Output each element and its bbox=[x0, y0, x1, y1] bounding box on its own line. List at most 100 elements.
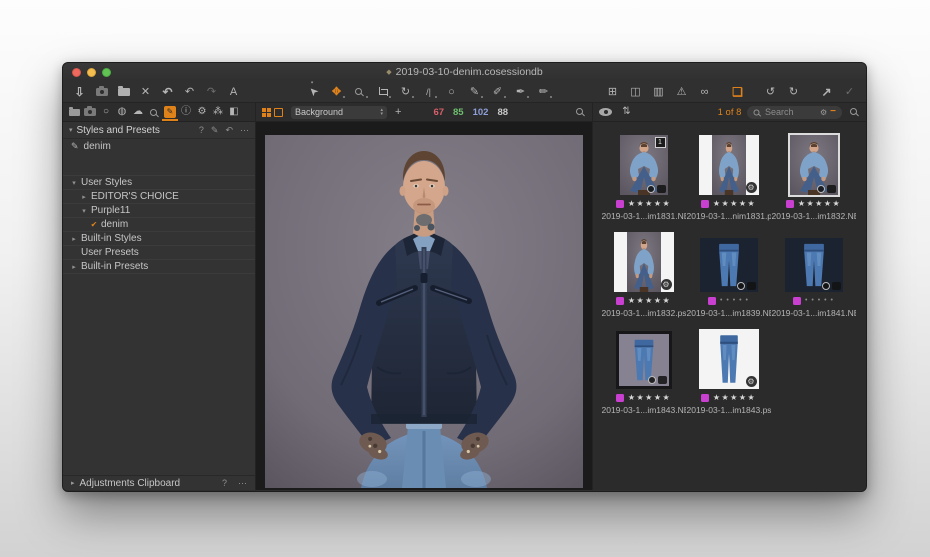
browser-toggle-button[interactable]: ❏ bbox=[731, 84, 744, 99]
crop-tool[interactable] bbox=[376, 84, 389, 99]
viewer-zoom-icon[interactable] bbox=[576, 108, 583, 115]
auto-adjust-button[interactable]: A bbox=[227, 84, 240, 99]
gradient-mask-tool[interactable]: ✒ bbox=[514, 84, 527, 99]
loupe-tool[interactable] bbox=[353, 84, 366, 99]
redo-button[interactable]: ↷ bbox=[205, 84, 218, 99]
thumbnail-image[interactable] bbox=[700, 238, 758, 292]
thumbnail-image[interactable] bbox=[616, 331, 672, 389]
straighten-tool[interactable]: /| bbox=[422, 84, 435, 99]
chev-right-icon[interactable]: ▸ bbox=[79, 193, 89, 201]
search-field[interactable]: Search ⚙ − bbox=[747, 106, 842, 119]
export-button[interactable]: ↗ bbox=[820, 84, 833, 99]
proof-profile-button[interactable]: ∞ bbox=[698, 84, 711, 99]
tab-output[interactable]: ⚙ bbox=[196, 104, 208, 120]
single-view-icon[interactable] bbox=[274, 108, 283, 117]
eye-filter-icon[interactable] bbox=[599, 108, 612, 116]
thumbnail-cell[interactable]: ★★★★★2019-03-1...im1843.NEF bbox=[601, 323, 686, 420]
draw-mask-tool[interactable]: ✎ bbox=[468, 84, 481, 99]
tab-exposure[interactable]: ☁ bbox=[132, 104, 144, 120]
filter-clear-icon[interactable]: − bbox=[830, 107, 836, 117]
tab-details[interactable] bbox=[148, 104, 160, 120]
styles-tree-item[interactable]: ▾User Styles bbox=[63, 176, 255, 190]
rotate-tool[interactable]: ↻ bbox=[399, 84, 412, 99]
exposure-warning-button[interactable]: ⚠ bbox=[675, 84, 688, 99]
star-rating[interactable]: ★★★★★ bbox=[798, 199, 841, 208]
rotate-right-button[interactable]: ↻ bbox=[787, 84, 800, 99]
help-icon[interactable]: ? bbox=[222, 478, 227, 488]
thumbnail-cell[interactable]: 1★★★★★2019-03-1...im1831.NEF bbox=[601, 129, 686, 226]
tab-layers[interactable]: ◧ bbox=[228, 104, 240, 120]
pan-hand-tool[interactable]: ✥ bbox=[330, 84, 343, 99]
tab-library[interactable] bbox=[68, 104, 80, 120]
styles-tree-item[interactable]: User Presets bbox=[63, 246, 255, 260]
grid-overlay-button[interactable]: ⊞ bbox=[606, 84, 619, 99]
select-tool[interactable]: ➤ bbox=[304, 82, 324, 102]
multi-view-icon[interactable] bbox=[262, 108, 266, 112]
undo-button[interactable]: ↶ bbox=[183, 84, 196, 99]
tab-batch[interactable]: ⁂ bbox=[212, 104, 224, 120]
edit-with-button[interactable] bbox=[117, 84, 130, 99]
tab-adjustments[interactable]: ✎ bbox=[164, 106, 176, 118]
thumbnail-image[interactable]: 1 bbox=[620, 135, 668, 195]
help-icon[interactable]: ? bbox=[199, 125, 204, 136]
star-rating[interactable]: ★★★★★ bbox=[628, 296, 671, 305]
chev-right-icon[interactable]: ▸ bbox=[69, 235, 79, 243]
import-button[interactable]: ⇩ bbox=[73, 84, 86, 99]
color-tag[interactable] bbox=[701, 394, 709, 402]
sort-order-icon[interactable]: ⇅ bbox=[620, 105, 633, 120]
thumbnail-image[interactable] bbox=[785, 238, 843, 292]
styles-tree-item[interactable]: ▸Built-in Styles bbox=[63, 232, 255, 246]
thumbnail-cell[interactable]: ⚙★★★★★2019-03-1...im1843.psd bbox=[686, 323, 771, 420]
star-rating[interactable]: ★★★★★ bbox=[713, 393, 756, 402]
browser-zoom-icon[interactable] bbox=[850, 108, 857, 115]
styles-tree-item[interactable]: ▾Purple11 bbox=[63, 204, 255, 218]
thumbnail-cell[interactable]: • • • • •2019-03-1...im1841.NEF bbox=[771, 226, 856, 323]
brush-icon[interactable]: ✎ bbox=[211, 125, 219, 136]
star-rating[interactable]: ★★★★★ bbox=[713, 199, 756, 208]
exposure-evaluation-button[interactable]: ◫ bbox=[629, 84, 642, 99]
spot-removal-tool[interactable]: ○ bbox=[445, 84, 458, 99]
reset-adjustments-button[interactable]: ↶ bbox=[161, 84, 174, 99]
more-options-icon[interactable]: ⋯ bbox=[240, 125, 249, 136]
thumbnail-image[interactable]: ⚙ bbox=[699, 329, 759, 389]
title-bar[interactable]: ◆2019-03-10-denim.cosessiondb bbox=[63, 63, 866, 81]
star-rating[interactable]: ★★★★★ bbox=[628, 393, 671, 402]
styles-tree-item[interactable]: ✔denim bbox=[63, 218, 255, 232]
search-settings-icon[interactable]: ⚙ bbox=[820, 108, 827, 117]
star-rating[interactable]: ★★★★★ bbox=[628, 199, 671, 208]
layer-selector[interactable]: Background ▴▾ bbox=[291, 106, 387, 119]
tab-color[interactable]: ◍ bbox=[116, 104, 128, 120]
rotate-left-button[interactable]: ↺ bbox=[764, 84, 777, 99]
focus-mask-button[interactable]: ▥ bbox=[652, 84, 665, 99]
styles-panel-header[interactable]: ▾ Styles and Presets ?✎↶⋯ bbox=[63, 122, 255, 139]
tab-lens[interactable]: ○ bbox=[100, 104, 112, 120]
tab-metadata[interactable]: ⓘ bbox=[180, 104, 192, 120]
styles-tree-item[interactable]: ▸EDITOR'S CHOICE bbox=[63, 190, 255, 204]
star-rating[interactable]: • • • • • bbox=[805, 296, 834, 305]
color-tag[interactable] bbox=[616, 200, 624, 208]
eyedropper-tool[interactable]: ✏ bbox=[537, 84, 550, 99]
adjustments-clipboard-header[interactable]: ▸ Adjustments Clipboard ? ⋯ bbox=[63, 475, 255, 490]
star-rating[interactable]: • • • • • bbox=[720, 296, 749, 305]
check-icon[interactable]: ✔ bbox=[89, 220, 99, 229]
styles-tree-item[interactable]: ▸Built-in Presets bbox=[63, 260, 255, 274]
color-tag[interactable] bbox=[793, 297, 801, 305]
more-options-icon[interactable]: ⋯ bbox=[238, 478, 247, 489]
color-tag[interactable] bbox=[786, 200, 794, 208]
thumbnail-cell[interactable]: ⚙★★★★★2019-03-1...nim1831.psd bbox=[686, 129, 771, 226]
applied-style-row[interactable]: ✎ denim bbox=[63, 139, 255, 153]
tab-capture[interactable] bbox=[84, 104, 96, 120]
thumbnail-image[interactable]: ⚙ bbox=[614, 232, 674, 292]
chev-down-icon[interactable]: ▾ bbox=[79, 207, 89, 215]
color-tag[interactable] bbox=[708, 297, 716, 305]
viewer-area[interactable] bbox=[256, 122, 593, 490]
thumbnail-cell[interactable]: ★★★★★2019-03-1...im1832.NEF bbox=[771, 129, 856, 226]
color-tag[interactable] bbox=[701, 200, 709, 208]
thumbnail-cell[interactable]: ⚙★★★★★2019-03-1...im1832.psd bbox=[601, 226, 686, 323]
chev-right-icon[interactable]: ▸ bbox=[69, 263, 79, 271]
thumbnail-cell[interactable]: • • • • •2019-03-1...im1839.NEF bbox=[686, 226, 771, 323]
add-layer-button[interactable]: + bbox=[395, 106, 401, 118]
viewer-image[interactable] bbox=[265, 135, 583, 488]
erase-mask-tool[interactable]: ✐ bbox=[491, 84, 504, 99]
delete-button[interactable]: ✕ bbox=[139, 84, 152, 99]
